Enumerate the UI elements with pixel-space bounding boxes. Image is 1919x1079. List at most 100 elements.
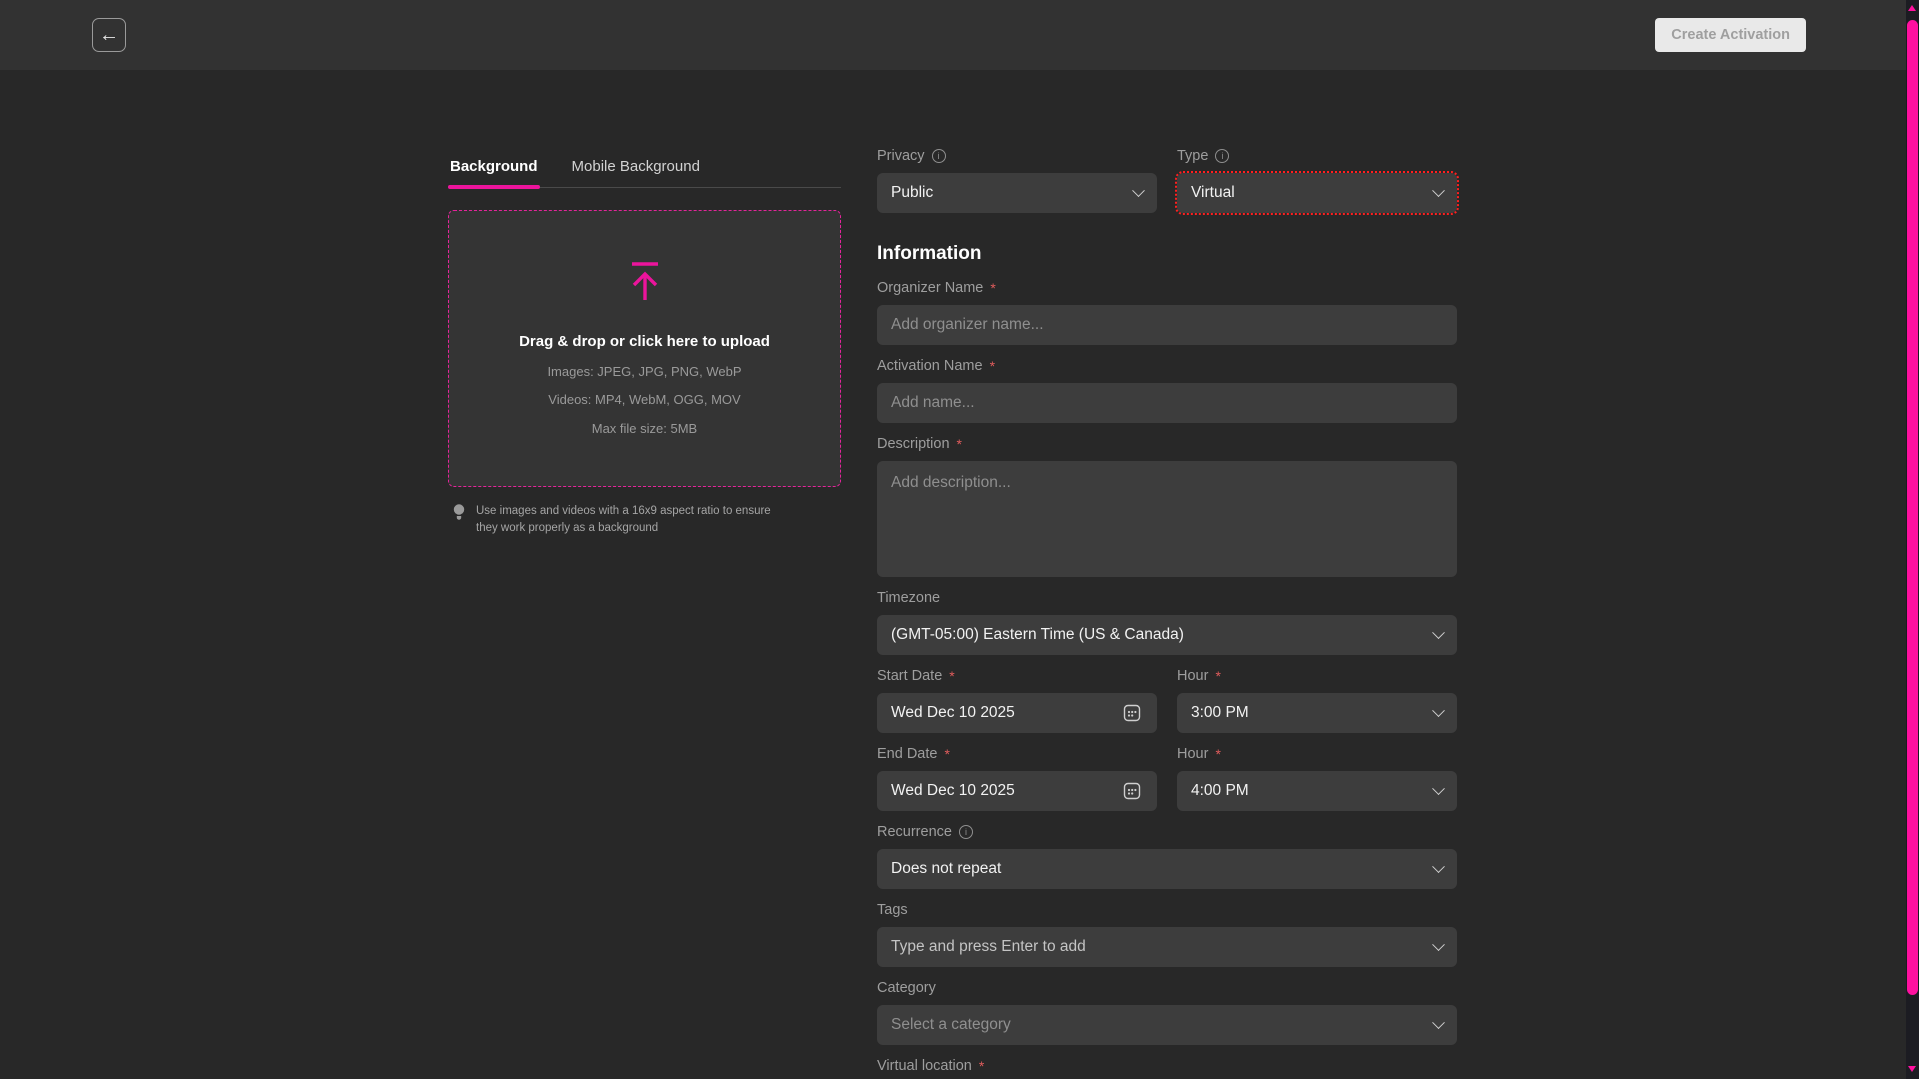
chevron-down-icon	[1432, 1016, 1445, 1029]
end-date-field: End Date * Wed Dec 10 2025	[877, 745, 1157, 811]
create-activation-page: ← Create Activation Background Mobile Ba…	[0, 0, 1919, 1079]
category-placeholder: Select a category	[891, 1016, 1434, 1034]
organizer-name-label: Organizer Name *	[877, 279, 1457, 297]
info-icon: i	[932, 149, 946, 163]
background-uploader-panel: Background Mobile Background Drag & drop…	[448, 152, 841, 536]
page-scrollbar[interactable]	[1906, 0, 1919, 1079]
chevron-down-icon	[1432, 626, 1445, 639]
start-hour-field: Hour * 3:00 PM	[1177, 667, 1457, 733]
start-date-label: Start Date *	[877, 667, 1157, 685]
virtual-location-label: Virtual location *	[877, 1057, 1457, 1075]
activation-label-text: Activation Name	[877, 358, 983, 374]
dropzone-images-formats: Images: JPEG, JPG, PNG, WebP	[547, 362, 741, 382]
required-asterisk: *	[944, 746, 949, 762]
category-field: Category Select a category	[877, 979, 1457, 1045]
activation-name-label: Activation Name *	[877, 357, 1457, 375]
tab-mobile-background[interactable]: Mobile Background	[570, 152, 702, 187]
start-hour-value: 3:00 PM	[1191, 704, 1434, 722]
type-field: Type i Virtual	[1177, 147, 1457, 213]
category-label-text: Category	[877, 980, 936, 996]
recurrence-select[interactable]: Does not repeat	[877, 849, 1457, 889]
description-textarea[interactable]	[877, 461, 1457, 577]
upload-arrow-icon	[622, 258, 668, 309]
scrollbar-down-arrow-icon[interactable]	[1908, 1066, 1916, 1072]
end-date-label-text: End Date	[877, 746, 937, 762]
chevron-down-icon	[1132, 184, 1145, 197]
calendar-icon	[1121, 780, 1143, 802]
description-label-text: Description	[877, 436, 950, 452]
scrollbar-thumb[interactable]	[1907, 20, 1918, 995]
information-section-title: Information	[877, 243, 1457, 265]
uploader-tabs: Background Mobile Background	[448, 152, 841, 188]
tags-label: Tags	[877, 901, 1457, 919]
tab-background[interactable]: Background	[448, 152, 540, 187]
recurrence-value: Does not repeat	[891, 860, 1434, 878]
calendar-icon	[1121, 702, 1143, 724]
timezone-field: Timezone (GMT-05:00) Eastern Time (US & …	[877, 589, 1457, 655]
start-date-picker[interactable]: Wed Dec 10 2025	[877, 693, 1157, 733]
description-label: Description *	[877, 435, 1457, 453]
required-asterisk: *	[979, 1058, 984, 1074]
activation-name-input[interactable]	[877, 383, 1457, 423]
info-icon: i	[1215, 149, 1229, 163]
end-date-value: Wed Dec 10 2025	[891, 782, 1121, 800]
info-icon: i	[959, 825, 973, 839]
back-arrow-icon: ←	[99, 25, 119, 45]
create-activation-button[interactable]: Create Activation	[1655, 18, 1806, 52]
aspect-ratio-hint: Use images and videos with a 16x9 aspect…	[448, 503, 841, 536]
upload-dropzone[interactable]: Drag & drop or click here to upload Imag…	[448, 210, 841, 487]
top-bar: ← Create Activation	[0, 0, 1906, 70]
organizer-name-field: Organizer Name *	[877, 279, 1457, 345]
start-date-value: Wed Dec 10 2025	[891, 704, 1121, 722]
end-hour-select[interactable]: 4:00 PM	[1177, 771, 1457, 811]
recurrence-field: Recurrence i Does not repeat	[877, 823, 1457, 889]
required-asterisk: *	[990, 358, 995, 374]
required-asterisk: *	[1215, 746, 1220, 762]
virtual-location-label-text: Virtual location	[877, 1058, 972, 1074]
virtual-location-field: Virtual location * Add a location	[877, 1057, 1457, 1079]
dropzone-videos-formats: Videos: MP4, WebM, OGG, MOV	[548, 390, 740, 410]
end-date-picker[interactable]: Wed Dec 10 2025	[877, 771, 1157, 811]
start-date-field: Start Date * Wed Dec 10 2025	[877, 667, 1157, 733]
tags-field: Tags Type and press Enter to add	[877, 901, 1457, 967]
timezone-select[interactable]: (GMT-05:00) Eastern Time (US & Canada)	[877, 615, 1457, 655]
required-asterisk: *	[949, 668, 954, 684]
chevron-down-icon	[1432, 184, 1445, 197]
chevron-down-icon	[1432, 860, 1445, 873]
timezone-label: Timezone	[877, 589, 1457, 607]
category-select[interactable]: Select a category	[877, 1005, 1457, 1045]
timezone-value: (GMT-05:00) Eastern Time (US & Canada)	[891, 626, 1434, 644]
chevron-down-icon	[1432, 704, 1445, 717]
required-asterisk: *	[1215, 668, 1220, 684]
start-hour-label-text: Hour	[1177, 668, 1208, 684]
privacy-select[interactable]: Public	[877, 173, 1157, 213]
privacy-label: Privacy i	[877, 147, 1157, 165]
chevron-down-icon	[1432, 938, 1445, 951]
start-hour-select[interactable]: 3:00 PM	[1177, 693, 1457, 733]
type-select[interactable]: Virtual	[1177, 173, 1457, 213]
required-asterisk: *	[990, 280, 995, 296]
privacy-value: Public	[891, 184, 1134, 202]
organizer-name-input[interactable]	[877, 305, 1457, 345]
lightbulb-icon	[452, 503, 466, 527]
dropzone-max-size: Max file size: 5MB	[592, 419, 697, 439]
timezone-label-text: Timezone	[877, 590, 940, 606]
privacy-label-text: Privacy	[877, 148, 925, 164]
recurrence-label-text: Recurrence	[877, 824, 952, 840]
end-hour-field: Hour * 4:00 PM	[1177, 745, 1457, 811]
category-label: Category	[877, 979, 1457, 997]
activation-name-field: Activation Name *	[877, 357, 1457, 423]
tags-placeholder: Type and press Enter to add	[891, 938, 1434, 956]
tags-input[interactable]: Type and press Enter to add	[877, 927, 1457, 967]
dropzone-title: Drag & drop or click here to upload	[519, 333, 770, 350]
end-hour-label: Hour *	[1177, 745, 1457, 763]
privacy-field: Privacy i Public	[877, 147, 1157, 213]
end-hour-label-text: Hour	[1177, 746, 1208, 762]
recurrence-label: Recurrence i	[877, 823, 1457, 841]
chevron-down-icon	[1432, 782, 1445, 795]
type-label: Type i	[1177, 147, 1457, 165]
scrollbar-up-arrow-icon[interactable]	[1908, 5, 1916, 11]
organizer-label-text: Organizer Name	[877, 280, 983, 296]
back-button[interactable]: ←	[92, 18, 126, 52]
end-hour-value: 4:00 PM	[1191, 782, 1434, 800]
